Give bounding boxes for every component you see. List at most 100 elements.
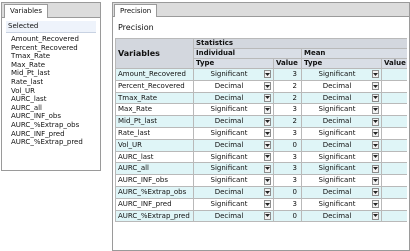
chevron-down-icon[interactable] [372, 176, 379, 185]
mean-type-dropdown[interactable]: Decimal [303, 187, 381, 197]
mean-type-dropdown[interactable]: Significant [303, 128, 381, 138]
mean-type-cell[interactable]: Decimal [301, 79, 382, 93]
variable-item[interactable]: Mid_Pt_last [11, 69, 100, 78]
individual-value-cell[interactable]: 3 [273, 174, 302, 187]
chevron-down-icon[interactable] [372, 82, 379, 91]
mean-value-cell[interactable]: 3 [380, 150, 407, 164]
mean-type-dropdown[interactable]: Significant [303, 199, 381, 209]
mean-value-cell[interactable]: 2 [380, 79, 407, 93]
individual-type-cell[interactable]: Decimal [193, 209, 274, 223]
individual-type-dropdown[interactable]: Significant [195, 164, 273, 174]
mean-type-cell[interactable]: Significant [301, 150, 382, 164]
chevron-down-icon[interactable] [264, 70, 271, 79]
chevron-down-icon[interactable] [372, 164, 379, 173]
individual-type-dropdown[interactable]: Decimal [195, 187, 273, 197]
variable-item[interactable]: Tmax_Rate [11, 52, 100, 61]
individual-value-cell[interactable]: 2 [273, 79, 302, 93]
individual-type-cell[interactable]: Significant [193, 103, 274, 117]
variable-item[interactable]: Amount_Recovered [11, 35, 100, 44]
mean-type-cell[interactable]: Significant [301, 174, 382, 187]
individual-type-cell[interactable]: Decimal [193, 91, 274, 105]
chevron-down-icon[interactable] [264, 211, 271, 220]
mean-type-dropdown[interactable]: Significant [303, 69, 381, 79]
individual-type-dropdown[interactable]: Significant [195, 199, 273, 209]
chevron-down-icon[interactable] [264, 117, 271, 126]
mean-value-cell[interactable]: 2 [380, 115, 407, 128]
variable-item[interactable]: Max_Rate [11, 61, 100, 70]
chevron-down-icon[interactable] [372, 117, 379, 126]
individual-value-cell[interactable]: 0 [273, 209, 302, 223]
chevron-down-icon[interactable] [264, 152, 271, 161]
chevron-down-icon[interactable] [372, 188, 379, 197]
chevron-down-icon[interactable] [372, 141, 379, 150]
individual-type-dropdown[interactable]: Decimal [195, 93, 273, 103]
individual-value-cell[interactable]: 3 [273, 126, 302, 140]
chevron-down-icon[interactable] [264, 82, 271, 91]
mean-type-dropdown[interactable]: Decimal [303, 140, 381, 150]
mean-type-cell[interactable]: Decimal [301, 138, 382, 152]
chevron-down-icon[interactable] [264, 176, 271, 185]
mean-type-dropdown[interactable]: Decimal [303, 211, 381, 221]
mean-value-cell[interactable]: 0 [380, 209, 407, 223]
individual-value-cell[interactable]: 3 [273, 162, 302, 176]
chevron-down-icon[interactable] [264, 105, 271, 114]
individual-type-cell[interactable]: Significant [193, 162, 274, 176]
mean-value-cell[interactable]: 0 [380, 138, 407, 152]
chevron-down-icon[interactable] [372, 200, 379, 209]
mean-type-cell[interactable]: Significant [301, 103, 382, 117]
variable-item[interactable]: AURC_INF_obs [11, 112, 100, 121]
individual-type-dropdown[interactable]: Decimal [195, 211, 273, 221]
mean-type-dropdown[interactable]: Decimal [303, 117, 381, 127]
individual-type-dropdown[interactable]: Decimal [195, 117, 273, 127]
chevron-down-icon[interactable] [372, 93, 379, 102]
mean-type-cell[interactable]: Significant [301, 197, 382, 211]
individual-value-cell[interactable]: 3 [273, 103, 302, 117]
mean-type-cell[interactable]: Decimal [301, 115, 382, 128]
mean-type-dropdown[interactable]: Decimal [303, 81, 381, 91]
individual-value-cell[interactable]: 0 [273, 138, 302, 152]
individual-value-cell[interactable]: 2 [273, 115, 302, 128]
individual-value-cell[interactable]: 2 [273, 91, 302, 105]
individual-type-cell[interactable]: Significant [193, 174, 274, 187]
mean-value-cell[interactable]: 3 [380, 103, 407, 117]
mean-value-cell[interactable]: 3 [380, 68, 407, 81]
mean-type-cell[interactable]: Significant [301, 68, 382, 81]
mean-value-cell[interactable]: 3 [380, 126, 407, 140]
individual-type-cell[interactable]: Decimal [193, 79, 274, 93]
individual-type-cell[interactable]: Decimal [193, 185, 274, 199]
mean-type-cell[interactable]: Decimal [301, 185, 382, 199]
tab-precision[interactable]: Precision [114, 4, 158, 17]
mean-type-dropdown[interactable]: Significant [303, 152, 381, 162]
individual-value-cell[interactable]: 3 [273, 68, 302, 81]
chevron-down-icon[interactable] [264, 200, 271, 209]
individual-type-cell[interactable]: Significant [193, 150, 274, 164]
variable-item[interactable]: AURC_INF_pred [11, 130, 100, 139]
variable-item[interactable]: Vol_UR [11, 87, 100, 96]
mean-type-cell[interactable]: Significant [301, 126, 382, 140]
variable-item[interactable]: AURC_all [11, 104, 100, 113]
chevron-down-icon[interactable] [372, 129, 379, 138]
chevron-down-icon[interactable] [264, 129, 271, 138]
mean-type-dropdown[interactable]: Significant [303, 105, 381, 115]
mean-value-cell[interactable]: 2 [380, 91, 407, 105]
mean-type-dropdown[interactable]: Significant [303, 164, 381, 174]
individual-type-cell[interactable]: Significant [193, 126, 274, 140]
individual-type-dropdown[interactable]: Decimal [195, 140, 273, 150]
tab-variables[interactable]: Variables [4, 4, 48, 18]
individual-value-cell[interactable]: 3 [273, 150, 302, 164]
mean-value-cell[interactable]: 0 [380, 185, 407, 199]
variable-item[interactable]: Rate_last [11, 78, 100, 87]
variable-item[interactable]: AURC_%Extrap_obs [11, 121, 100, 130]
variable-item[interactable]: Percent_Recovered [11, 44, 100, 53]
individual-type-dropdown[interactable]: Significant [195, 128, 273, 138]
chevron-down-icon[interactable] [372, 211, 379, 220]
chevron-down-icon[interactable] [264, 164, 271, 173]
individual-type-dropdown[interactable]: Decimal [195, 81, 273, 91]
chevron-down-icon[interactable] [264, 188, 271, 197]
individual-type-cell[interactable]: Significant [193, 197, 274, 211]
individual-type-cell[interactable]: Decimal [193, 115, 274, 128]
chevron-down-icon[interactable] [264, 93, 271, 102]
individual-value-cell[interactable]: 3 [273, 197, 302, 211]
mean-value-cell[interactable]: 3 [380, 174, 407, 187]
individual-value-cell[interactable]: 0 [273, 185, 302, 199]
